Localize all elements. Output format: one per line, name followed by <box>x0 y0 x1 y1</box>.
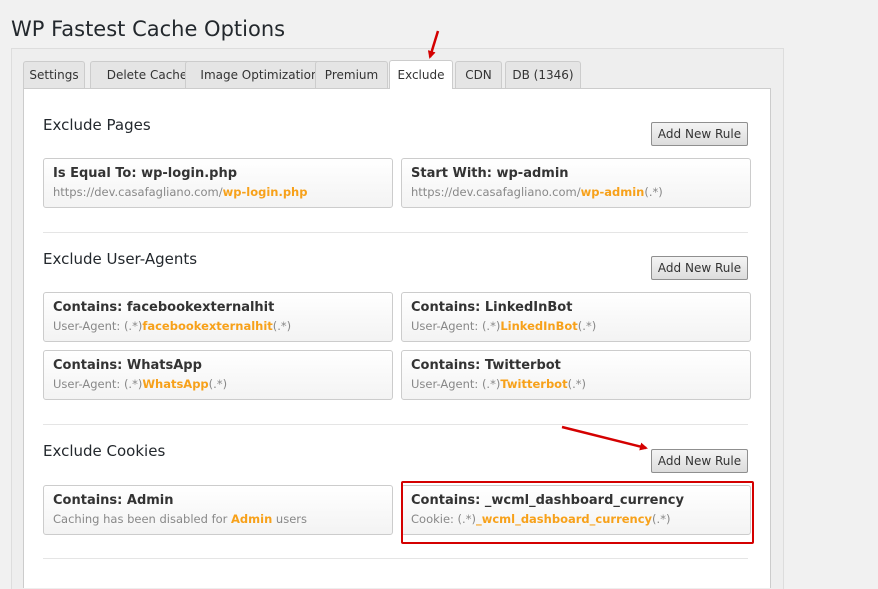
annotation-arrow-add-rule <box>561 425 648 451</box>
annotation-arrow-exclude-tab <box>427 30 440 59</box>
annotation-arrows <box>427 30 648 451</box>
